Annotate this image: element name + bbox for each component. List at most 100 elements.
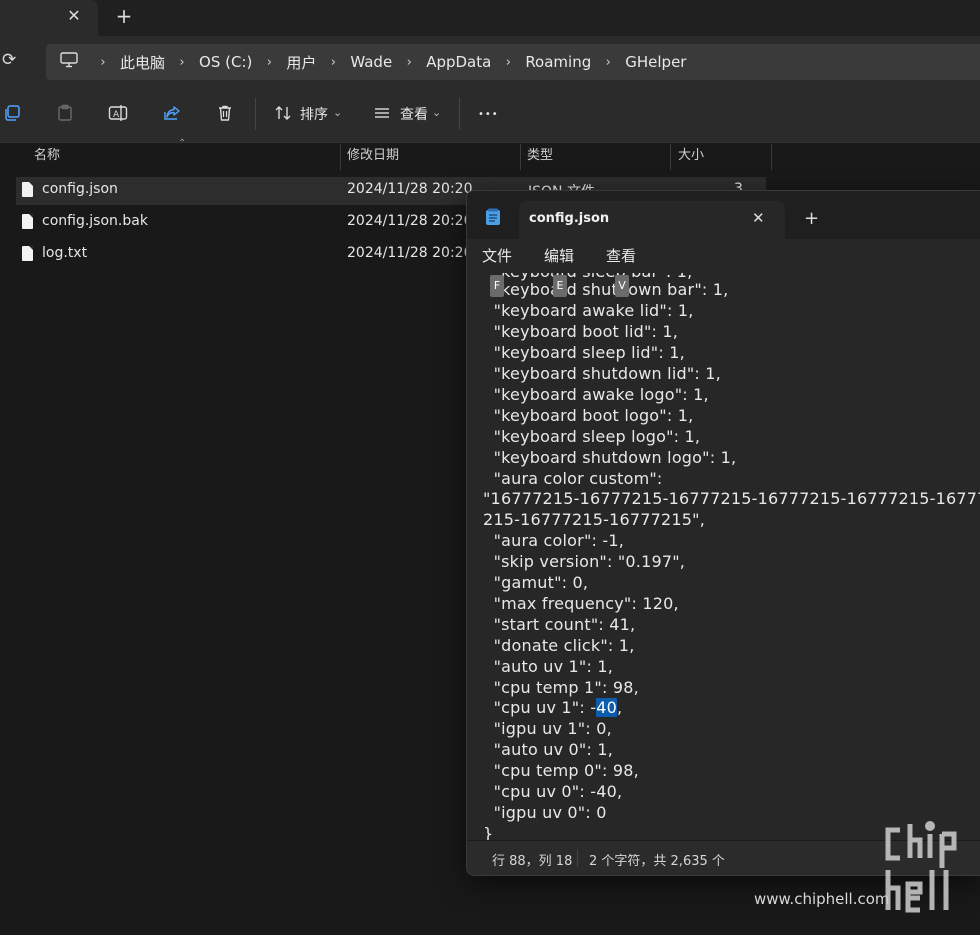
menu-view[interactable]: 查看 xyxy=(606,245,636,266)
crumb-wade[interactable]: Wade xyxy=(350,53,392,71)
new-tab-icon[interactable]: + xyxy=(112,4,136,28)
text-line: } xyxy=(483,824,494,840)
crumb-drive-c[interactable]: OS (C:) xyxy=(199,53,252,71)
column-divider[interactable] xyxy=(670,144,671,170)
column-divider[interactable] xyxy=(340,144,341,170)
new-tab-icon[interactable]: + xyxy=(804,208,819,229)
menu-edit[interactable]: 编辑 xyxy=(544,245,574,266)
chevron-right-icon[interactable]: › xyxy=(402,55,416,70)
chevron-right-icon[interactable]: › xyxy=(96,55,110,70)
character-count: 2 个字符，共 2,635 个 xyxy=(589,854,725,869)
text-line: "start count": 41, xyxy=(483,615,636,634)
crumb-ghelper[interactable]: GHelper xyxy=(625,53,686,71)
notepad-window: config.json ✕ + 文件 编辑 查看 "keyboard sleep… xyxy=(466,190,980,876)
crumb-roaming[interactable]: Roaming xyxy=(525,53,591,71)
chevron-down-icon[interactable]: ⌄ xyxy=(333,102,342,124)
column-name[interactable]: 名称 xyxy=(34,142,60,172)
chevron-right-icon[interactable]: › xyxy=(601,55,615,70)
text-line: "keyboard sleep logo": 1, xyxy=(483,427,701,446)
text-line: "cpu temp 1": 98, xyxy=(483,678,639,697)
text-line: "igpu uv 1": 0, xyxy=(483,719,612,738)
share-icon[interactable] xyxy=(161,104,183,126)
text-line: "cpu uv 0": -40, xyxy=(483,782,623,801)
text-line: "auto uv 0": 1, xyxy=(483,740,614,759)
watermark-url: www.chiphell.com xyxy=(754,890,890,908)
view-icon[interactable] xyxy=(371,104,393,126)
address-bar[interactable]: › 此电脑 › OS (C:) › 用户 › Wade › AppData › … xyxy=(46,44,980,80)
cursor-position: 行 88，列 18 xyxy=(492,854,573,869)
delete-icon[interactable] xyxy=(214,104,236,126)
notepad-titlebar: config.json ✕ + xyxy=(467,191,980,239)
column-type[interactable]: 类型 xyxy=(527,142,553,172)
computer-icon[interactable] xyxy=(60,52,86,72)
chiphell-logo xyxy=(880,820,976,924)
keytip-view: V xyxy=(615,275,629,297)
file-date: 2024/11/28 20:20 xyxy=(347,245,473,261)
sort-button[interactable]: 排序 xyxy=(300,104,328,126)
column-divider[interactable] xyxy=(771,144,772,170)
text-line-suffix: , xyxy=(616,698,623,717)
column-date[interactable]: 修改日期 xyxy=(347,142,399,172)
explorer-tab[interactable]: ✕ xyxy=(0,0,98,36)
text-line: "keyboard shutdown lid": 1, xyxy=(483,364,721,383)
chevron-down-icon[interactable]: ⌄ xyxy=(432,102,441,124)
notepad-tab[interactable]: config.json ✕ xyxy=(519,201,785,239)
chevron-right-icon[interactable]: › xyxy=(175,55,189,70)
address-row: ⟳ › 此电脑 › OS (C:) › 用户 › Wade › AppData … xyxy=(0,36,980,88)
text-line-cursor: "cpu uv 1": -40, xyxy=(483,697,622,718)
refresh-icon[interactable]: ⟳ xyxy=(2,50,16,70)
copy-icon[interactable] xyxy=(1,104,23,126)
column-size[interactable]: 大小 xyxy=(678,142,704,172)
file-name: config.json.bak xyxy=(42,213,148,229)
text-line: "keyboard awake logo": 1, xyxy=(483,385,709,404)
text-line: "keyboard sleep lid": 1, xyxy=(483,343,685,362)
view-button[interactable]: 查看 xyxy=(400,104,428,126)
file-icon xyxy=(22,182,33,197)
notepad-app-icon xyxy=(485,208,501,226)
chevron-right-icon[interactable]: › xyxy=(262,55,276,70)
more-options-icon[interactable]: ••• xyxy=(478,104,499,126)
breadcrumb: › 此电脑 › OS (C:) › 用户 › Wade › AppData › … xyxy=(46,44,686,80)
file-icon xyxy=(22,214,33,229)
text-editor[interactable]: "keyboard sleep bar": 1, "keyboard shutd… xyxy=(467,273,980,840)
explorer-titlebar: ✕ + xyxy=(0,0,980,36)
rename-icon[interactable]: A xyxy=(107,104,129,126)
text-line: "aura color custom": xyxy=(483,469,663,488)
chevron-right-icon[interactable]: › xyxy=(501,55,515,70)
chevron-right-icon[interactable]: › xyxy=(326,55,340,70)
text-line-prefix: "cpu uv 1": - xyxy=(483,698,597,717)
toolbar-divider xyxy=(255,98,256,130)
text-line: "cpu temp 0": 98, xyxy=(483,761,639,780)
notepad-tab-title: config.json xyxy=(529,211,610,226)
svg-text:A: A xyxy=(113,110,120,120)
text-line: "keyboard awake lid": 1, xyxy=(483,301,694,320)
tab-close-icon[interactable]: ✕ xyxy=(64,6,84,26)
text-line: "gamut": 0, xyxy=(483,573,589,592)
text-line: "keyboard boot lid": 1, xyxy=(483,322,679,341)
menu-file[interactable]: 文件 xyxy=(482,245,512,266)
keytip-edit: E xyxy=(553,275,567,297)
file-name: config.json xyxy=(42,181,118,197)
command-bar: A 排序 ⌄ 查看 ⌄ ••• xyxy=(0,88,980,143)
notepad-menubar: 文件 编辑 查看 xyxy=(467,239,980,273)
text-line: "max frequency": 120, xyxy=(483,594,679,613)
text-line: "donate click": 1, xyxy=(483,636,635,655)
toolbar-divider xyxy=(459,98,460,130)
close-icon[interactable]: ✕ xyxy=(752,209,765,227)
file-icon xyxy=(22,246,33,261)
text-line: "igpu uv 0": 0 xyxy=(483,803,607,822)
text-line: "16777215-16777215-16777215-16777215-167… xyxy=(483,489,980,508)
paste-icon[interactable] xyxy=(54,104,76,126)
crumb-users[interactable]: 用户 xyxy=(286,52,316,73)
crumb-appdata[interactable]: AppData xyxy=(426,53,491,71)
file-name: log.txt xyxy=(42,245,88,261)
text-line: "keyboard shutdown bar": 1, xyxy=(483,280,729,299)
sort-icon[interactable] xyxy=(272,104,294,126)
text-line: "keyboard boot logo": 1, xyxy=(483,406,694,425)
text-line: "aura color": -1, xyxy=(483,531,625,550)
column-divider[interactable] xyxy=(520,144,521,170)
crumb-this-pc[interactable]: 此电脑 xyxy=(120,52,165,73)
file-date: 2024/11/28 20:20 xyxy=(347,181,473,197)
keytip-file: F xyxy=(490,275,504,297)
selected-text[interactable]: 40 xyxy=(596,698,617,717)
